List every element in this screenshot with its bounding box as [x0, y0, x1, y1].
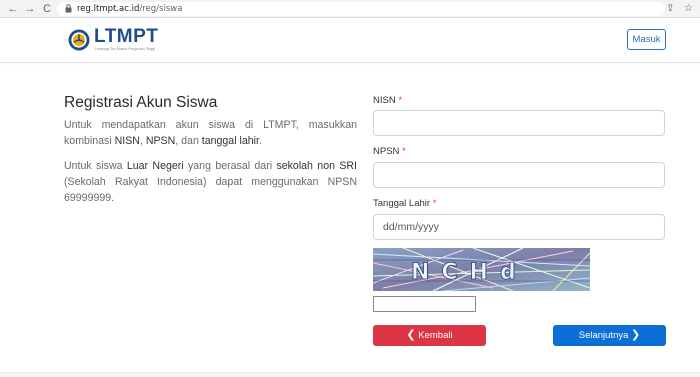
- npsn-label: NPSN *: [373, 146, 406, 158]
- back-arrow-icon[interactable]: ←: [6, 2, 20, 16]
- note-text: (Sekolah Rakyat Indonesia) dapat menggun…: [64, 176, 357, 204]
- intro-separator: , dan: [175, 135, 202, 147]
- required-asterisk: *: [402, 146, 406, 157]
- required-asterisk: *: [432, 198, 437, 209]
- note-text: yang berasal dari: [183, 160, 277, 172]
- note-text: Untuk siswa: [64, 160, 127, 172]
- url-domain: reg.ltmpt.ac.id: [77, 4, 140, 14]
- dob-label-text: Tanggal Lahir: [373, 198, 431, 209]
- captcha-image: NCHd: [373, 248, 590, 291]
- logo-wordmark: LTMPT: [94, 26, 159, 47]
- forward-arrow-icon[interactable]: →: [23, 2, 37, 16]
- next-button[interactable]: Selanjutnya ❯: [553, 325, 666, 346]
- next-button-label: Selanjutnya: [578, 330, 629, 341]
- lock-icon: [65, 4, 72, 13]
- nisn-label-text: NISN: [373, 95, 396, 106]
- captcha-text: NCHd: [411, 260, 528, 285]
- nisn-label: NISN *: [373, 95, 402, 107]
- npsn-input[interactable]: [373, 162, 665, 188]
- term-npsn: NPSN: [145, 135, 176, 147]
- dob-placeholder: dd/mm/yyyy: [383, 221, 440, 233]
- overseas-note-paragraph: Untuk siswa Luar Negeri yang berasal dar…: [64, 158, 357, 206]
- page-title: Registrasi Akun Siswa: [64, 94, 218, 111]
- npsn-label-text: NPSN: [373, 146, 400, 157]
- bookmark-star-icon[interactable]: ☆: [684, 2, 693, 16]
- reload-icon[interactable]: C: [40, 2, 54, 16]
- intro-end: .: [258, 135, 262, 147]
- term-tanggal-lahir: tanggal lahir: [201, 135, 259, 147]
- page-footer-edge: [0, 372, 700, 377]
- dob-label: Tanggal Lahir *: [373, 198, 436, 210]
- site-header: LTMPT Lembaga Tes Masuk Perguruan Tinggi…: [0, 19, 700, 63]
- browser-toolbar: ← → C reg.ltmpt.ac.id/reg/siswa ⇪ ☆: [0, 0, 700, 18]
- required-asterisk: *: [398, 95, 403, 106]
- nisn-input[interactable]: [373, 110, 665, 136]
- term-luar-negeri: Luar Negeri: [126, 160, 184, 172]
- dob-input[interactable]: dd/mm/yyyy: [373, 214, 665, 240]
- term-nisn: NISN: [114, 135, 140, 147]
- logo-subtitle: Lembaga Tes Masuk Perguruan Tinggi: [95, 47, 155, 51]
- back-button-label: Kembali: [418, 330, 453, 341]
- ltmpt-emblem-icon: [68, 29, 90, 51]
- login-button[interactable]: Masuk: [627, 29, 666, 50]
- back-button[interactable]: ❮ Kembali: [373, 325, 486, 346]
- chevron-right-icon: ❯: [631, 329, 641, 341]
- term-sekolah-non-sri: sekolah non SRI: [276, 160, 357, 172]
- url-path: /reg/siswa: [139, 4, 183, 14]
- intro-paragraph: Untuk mendapatkan akun siswa di LTMPT, m…: [64, 117, 357, 149]
- share-icon[interactable]: ⇪: [666, 2, 674, 16]
- captcha-input[interactable]: [373, 296, 476, 312]
- chevron-left-icon: ❮: [406, 329, 416, 341]
- address-url[interactable]: reg.ltmpt.ac.id/reg/siswa: [77, 3, 182, 15]
